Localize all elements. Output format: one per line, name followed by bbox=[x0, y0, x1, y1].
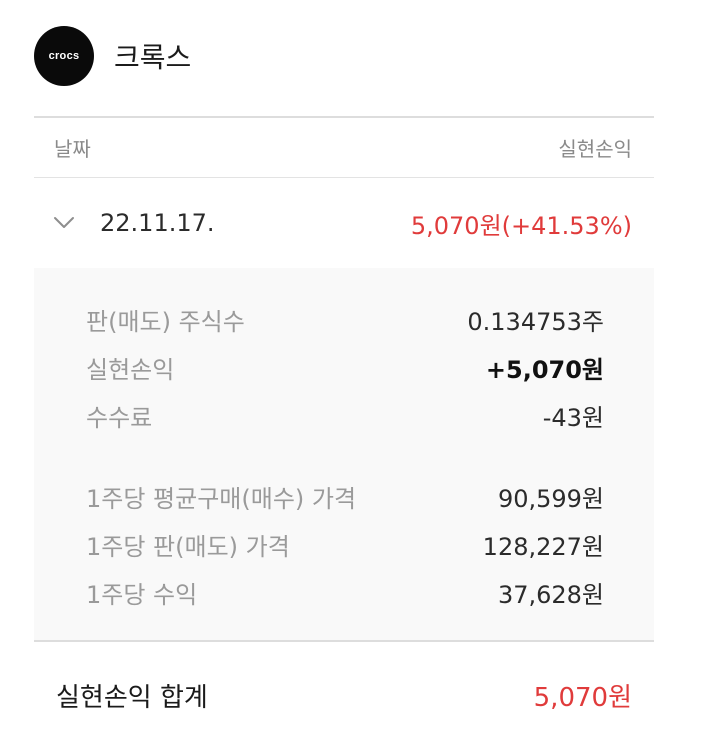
total-label: 실현손익 합계 bbox=[56, 682, 208, 713]
detail-label: 실현손익 bbox=[86, 355, 175, 384]
crocs-logo: crocs bbox=[34, 26, 94, 86]
chevron-down-icon[interactable] bbox=[52, 211, 76, 235]
detail-value: 90,599원 bbox=[497, 484, 604, 513]
detail-label: 판(매도) 주식수 bbox=[86, 307, 245, 336]
detail-value: 37,628원 bbox=[497, 580, 604, 609]
detail-label: 1주당 수익 bbox=[86, 580, 198, 609]
column-realized-header: 실현손익 bbox=[558, 137, 632, 161]
detail-spacer bbox=[86, 439, 604, 472]
detail-value: -43원 bbox=[542, 403, 604, 432]
detail-row-profit-per-share: 1주당 수익 37,628원 bbox=[86, 568, 604, 616]
detail-label: 1주당 평균구매(매수) 가격 bbox=[86, 484, 357, 513]
trade-detail-panel: 판(매도) 주식수 0.134753주 실현손익 +5,070원 수수료 -43… bbox=[34, 268, 654, 642]
trade-row-left: 22.11.17. bbox=[52, 209, 215, 237]
table-header: 날짜 실현손익 bbox=[34, 116, 654, 178]
detail-value: +5,070원 bbox=[485, 355, 604, 384]
detail-row-shares-sold: 판(매도) 주식수 0.134753주 bbox=[86, 295, 604, 343]
realized-profit-table: 날짜 실현손익 22.11.17. 5,070원(+41.53%) 판(매도) … bbox=[34, 116, 654, 748]
detail-value: 0.134753주 bbox=[467, 307, 604, 336]
realized-total-row: 실현손익 합계 5,070원 bbox=[34, 642, 654, 748]
column-date-header: 날짜 bbox=[54, 137, 91, 161]
detail-row-sell-price: 1주당 판(매도) 가격 128,227원 bbox=[86, 520, 604, 568]
detail-label: 1주당 판(매도) 가격 bbox=[86, 532, 290, 561]
detail-row-fee: 수수료 -43원 bbox=[86, 391, 604, 439]
detail-row-realized: 실현손익 +5,070원 bbox=[86, 343, 604, 391]
trade-realized-summary: 5,070원(+41.53%) bbox=[410, 211, 632, 240]
stock-name: 크록스 bbox=[114, 41, 192, 74]
trade-row[interactable]: 22.11.17. 5,070원(+41.53%) bbox=[34, 178, 654, 268]
trade-date: 22.11.17. bbox=[100, 209, 215, 237]
detail-value: 128,227원 bbox=[482, 532, 604, 561]
total-value: 5,070원 bbox=[533, 682, 632, 713]
detail-label: 수수료 bbox=[86, 403, 153, 432]
stock-header: crocs 크록스 bbox=[34, 26, 191, 86]
detail-row-avg-buy-price: 1주당 평균구매(매수) 가격 90,599원 bbox=[86, 472, 604, 520]
